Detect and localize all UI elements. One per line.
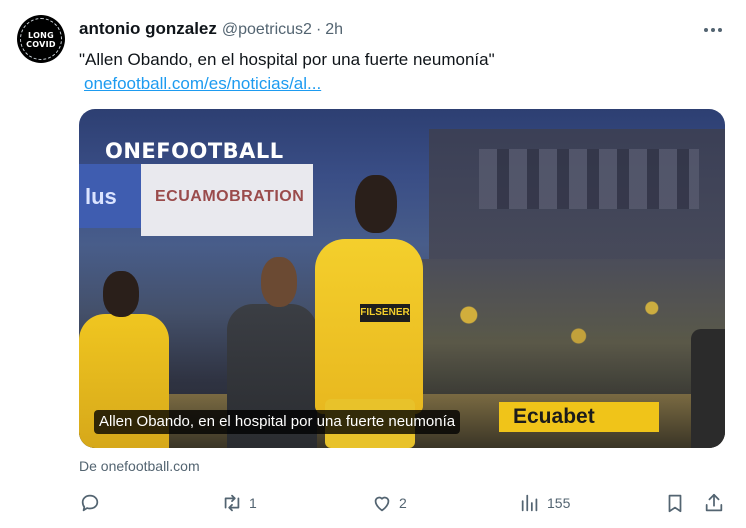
jersey-sponsor: FILSENER	[360, 304, 410, 322]
avatar[interactable]: LONG COVID	[17, 15, 65, 63]
avatar-text-line2: COVID	[26, 40, 56, 49]
retweet-button[interactable]: 1	[221, 488, 257, 518]
player-main	[315, 239, 423, 414]
tweet-text: "Allen Obando, en el hospital por una fu…	[79, 50, 495, 69]
stadium-windows	[479, 149, 699, 209]
separator-dot: ·	[315, 21, 322, 38]
views-icon	[521, 494, 538, 512]
reply-icon	[81, 494, 99, 512]
banner-text: lus	[85, 184, 117, 209]
author-name[interactable]: antonio gonzalez	[79, 19, 217, 39]
tweet-time[interactable]: 2h	[325, 21, 343, 39]
player-left-head	[103, 271, 139, 317]
stadium-banner-white: ECUAMOBRATION	[141, 164, 313, 236]
player-middle-head	[261, 257, 297, 307]
like-count: 2	[399, 495, 407, 511]
share-icon	[705, 493, 723, 512]
tweet-link[interactable]: onefootball.com/es/noticias/al...	[84, 74, 321, 94]
stadium-banner-blue: lus	[79, 164, 141, 228]
card-source[interactable]: De onefootball.com	[79, 458, 200, 474]
reply-button[interactable]	[79, 488, 101, 518]
share-button[interactable]	[703, 488, 725, 518]
player-main-head	[355, 175, 397, 233]
tweet-actions: 1 2 155	[79, 488, 725, 518]
card-caption: Allen Obando, en el hospital por una fue…	[94, 410, 461, 434]
bookmark-icon	[668, 494, 682, 513]
ad-board-text: Ecuabet	[513, 405, 595, 428]
link-card-image[interactable]: lus ECUAMOBRATION Ecuabet FILSENER ONEFO…	[79, 109, 725, 448]
player-right	[691, 329, 725, 448]
views-button[interactable]: 155	[519, 488, 570, 518]
tweet-header: antonio gonzalez @poetricus2 · 2h	[79, 19, 343, 41]
like-button[interactable]: 2	[371, 488, 407, 518]
retweet-icon	[224, 494, 240, 512]
heart-icon	[374, 496, 390, 512]
onefootball-logo: ONEFOOTBALL	[105, 139, 284, 163]
avatar-text-line1: LONG	[27, 31, 55, 40]
author-handle[interactable]: @poetricus2	[222, 21, 312, 39]
banner-text: ECUAMOBRATION	[155, 188, 305, 205]
retweet-count: 1	[249, 495, 257, 511]
ad-board: Ecuabet	[499, 402, 659, 432]
more-options-icon[interactable]	[700, 22, 726, 38]
views-count: 155	[547, 495, 571, 511]
bookmark-button[interactable]	[664, 488, 686, 518]
